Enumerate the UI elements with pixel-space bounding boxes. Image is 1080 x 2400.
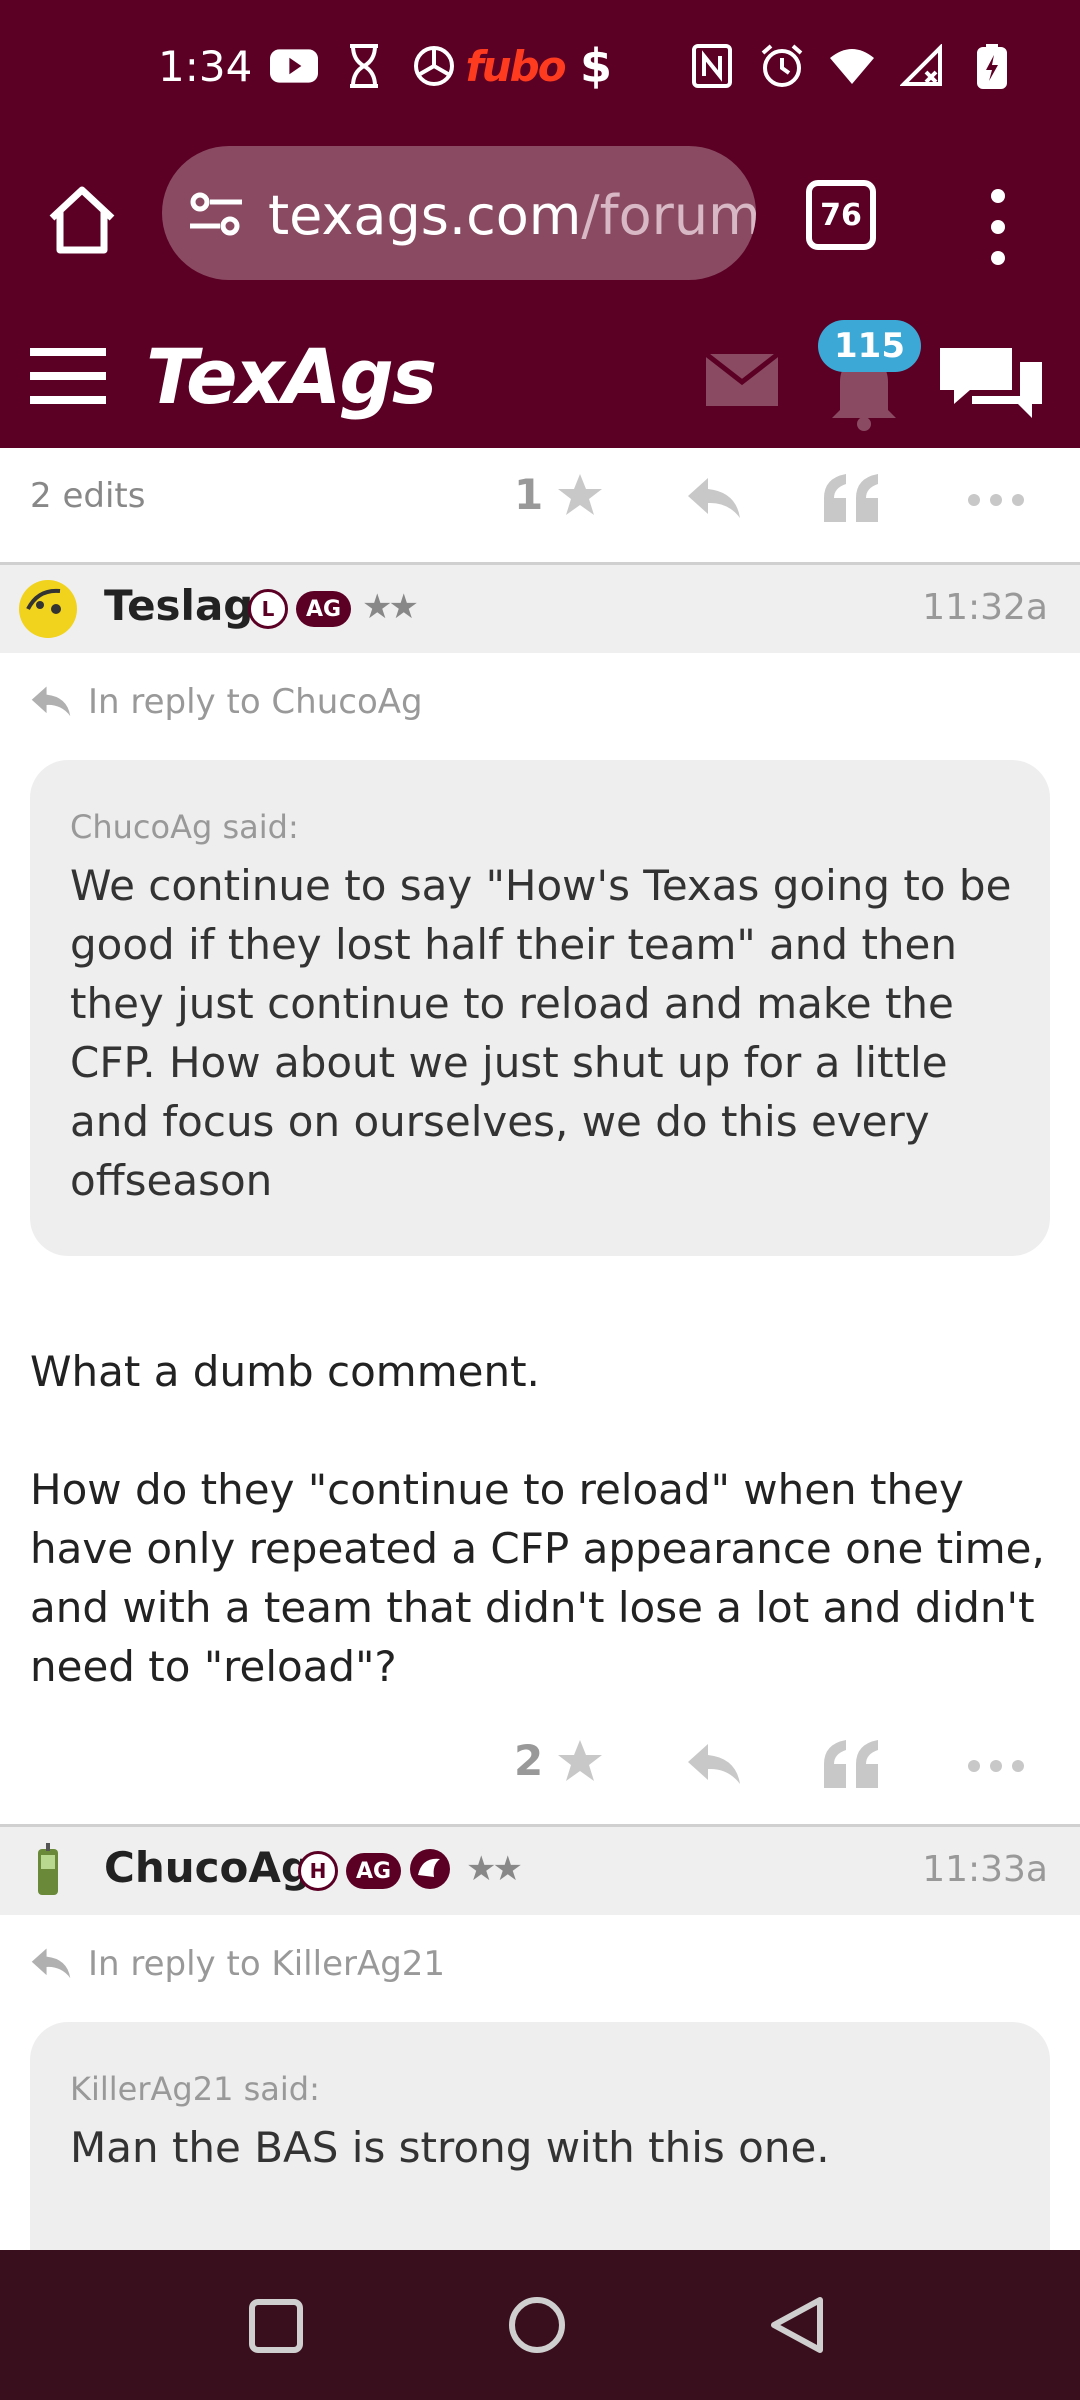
mail-icon[interactable] — [704, 352, 780, 406]
wifi-icon — [828, 40, 876, 92]
reply-icon — [31, 1948, 71, 1979]
openai-icon — [410, 40, 458, 92]
post-body-paragraph: How do they "continue to reload" when th… — [30, 1465, 1045, 1691]
fubo-icon: fubo — [465, 41, 566, 91]
site-header: TexAgs 115 — [0, 300, 1080, 448]
nfc-icon — [688, 40, 736, 92]
user-tag: H — [298, 1851, 338, 1891]
quote-icon[interactable] — [822, 472, 882, 526]
site-logo[interactable]: TexAgs — [146, 332, 437, 421]
dollar-icon: $ — [579, 39, 612, 93]
chat-icon[interactable] — [936, 342, 1046, 422]
star-icon — [558, 473, 603, 515]
alarm-icon — [758, 40, 806, 92]
quote-block: ChucoAg said: We continue to say "How's … — [30, 760, 1050, 1256]
quote-author: KillerAg21 said: — [70, 2070, 320, 2108]
quote-text: We continue to say "How's Texas going to… — [70, 861, 1012, 1205]
more-icon[interactable] — [966, 1738, 1026, 1792]
star-button[interactable]: 2 — [514, 1736, 603, 1785]
forum-thread: 2 edits 1 Teslag L AG ★★ 11:32a In reply… — [0, 448, 1080, 2250]
star-count: 2 — [514, 1736, 544, 1785]
notification-count-badge[interactable]: 115 — [818, 320, 921, 372]
post-actions: 2 edits 1 — [0, 448, 1080, 548]
status-time: 1:34 — [158, 42, 253, 91]
post-actions: 2 — [0, 1714, 1080, 1814]
rank-stars: ★★ — [466, 1849, 523, 1889]
reply-icon[interactable] — [684, 1738, 744, 1792]
star-count: 1 — [514, 470, 544, 519]
avatar[interactable] — [18, 579, 78, 639]
system-navigation-bar — [0, 2250, 1080, 2400]
quote-block: KillerAg21 said: Man the BAS is strong w… — [30, 2022, 1050, 2250]
address-bar[interactable]: texags.com/forum — [162, 146, 756, 280]
username[interactable]: ChucoAg — [104, 1843, 311, 1892]
reply-to-link[interactable]: In reply to KillerAg21 — [28, 1944, 445, 1984]
quote-icon[interactable] — [822, 1738, 882, 1792]
star-button[interactable]: 1 — [514, 470, 603, 519]
status-bar: 1:34 fubo $ — [0, 0, 1080, 140]
back-button[interactable] — [768, 2296, 826, 2358]
ag-badge: AG — [346, 1853, 402, 1889]
youtube-icon — [270, 40, 318, 92]
avatar[interactable] — [18, 1841, 78, 1901]
edit-count[interactable]: 2 edits — [30, 476, 145, 516]
post-time[interactable]: 11:32a — [922, 587, 1048, 628]
browser-toolbar: texags.com/forum 76 — [0, 140, 1080, 300]
url-text: texags.com/forum — [268, 184, 756, 247]
home-icon[interactable] — [42, 180, 122, 260]
recents-button[interactable] — [248, 2298, 304, 2358]
post-time[interactable]: 11:33a — [922, 1849, 1048, 1890]
username[interactable]: Teslag — [104, 581, 253, 630]
star-icon — [558, 1739, 603, 1781]
post-body-line: What a dumb comment. — [30, 1347, 540, 1396]
more-icon[interactable] — [966, 472, 1026, 526]
hamburger-menu-icon[interactable] — [30, 346, 106, 406]
quote-author: ChucoAg said: — [70, 808, 299, 846]
reply-icon — [31, 686, 71, 717]
hourglass-icon — [340, 40, 388, 92]
quote-text: Man the BAS is strong with this one. — [70, 2123, 830, 2172]
post-header: ChucoAg H AG ★★ 11:33a — [0, 1824, 1080, 1915]
team-logo-icon — [408, 1847, 452, 1891]
rank-stars: ★★ — [362, 587, 419, 627]
more-options-icon[interactable] — [978, 182, 1018, 272]
user-tag: L — [248, 589, 288, 629]
reply-to-label: In reply to KillerAg21 — [88, 1944, 446, 1984]
battery-charging-icon — [968, 40, 1016, 92]
reply-to-label: In reply to ChucoAg — [88, 682, 423, 722]
signal-icon — [898, 40, 946, 92]
ag-badge: AG — [296, 591, 352, 627]
home-button[interactable] — [508, 2296, 566, 2358]
reply-to-link[interactable]: In reply to ChucoAg — [28, 682, 423, 722]
post-header: Teslag L AG ★★ 11:32a — [0, 562, 1080, 653]
site-settings-icon[interactable] — [186, 184, 246, 244]
reply-icon[interactable] — [684, 472, 744, 526]
tab-switcher-button[interactable]: 76 — [806, 180, 876, 250]
